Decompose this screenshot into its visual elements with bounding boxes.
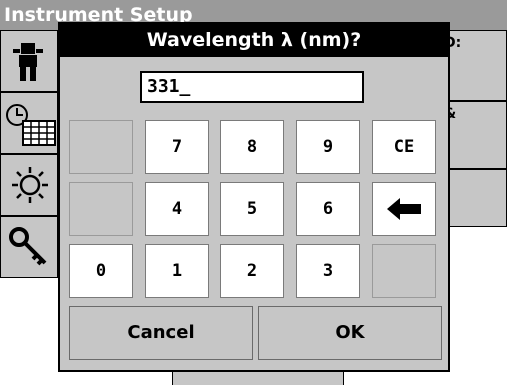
key-7[interactable]: 7: [145, 120, 209, 174]
bg-right-button-3[interactable]: [440, 169, 507, 227]
clock-calendar-icon: [6, 104, 56, 146]
sidebar-operator-button[interactable]: [0, 30, 58, 92]
clear-entry-button[interactable]: CE: [372, 120, 436, 174]
sidebar-lamp-button[interactable]: [0, 154, 58, 216]
key-1[interactable]: 1: [145, 244, 209, 298]
bg-bottom-button[interactable]: [172, 372, 344, 385]
key-8[interactable]: 8: [220, 120, 284, 174]
key-icon: [9, 227, 47, 266]
left-arrow-icon: [387, 198, 421, 220]
ok-button[interactable]: OK: [258, 306, 442, 360]
blank-key: [69, 120, 133, 174]
key-0[interactable]: 0: [69, 244, 133, 298]
blank-key: [372, 244, 436, 298]
bg-right-button-1[interactable]: D:: [440, 30, 507, 101]
operator-icon: [13, 43, 43, 81]
key-6[interactable]: 6: [296, 182, 360, 236]
key-4[interactable]: 4: [145, 182, 209, 236]
key-5[interactable]: 5: [220, 182, 284, 236]
backspace-button[interactable]: [372, 182, 436, 236]
bg-right-button-2[interactable]: &: [440, 101, 507, 169]
sidebar-security-button[interactable]: [0, 216, 58, 278]
blank-key: [69, 182, 133, 236]
wavelength-input[interactable]: 331_: [140, 71, 364, 103]
key-3[interactable]: 3: [296, 244, 360, 298]
cancel-button[interactable]: Cancel: [69, 306, 253, 360]
sidebar-datetime-button[interactable]: [0, 92, 58, 154]
dialog-title: Wavelength λ (nm)?: [60, 24, 448, 57]
lamp-icon: [12, 167, 48, 203]
wavelength-dialog: Wavelength λ (nm)? 331_ 7 8 9 CE 4 5 6 0…: [58, 22, 450, 372]
key-2[interactable]: 2: [220, 244, 284, 298]
key-9[interactable]: 9: [296, 120, 360, 174]
